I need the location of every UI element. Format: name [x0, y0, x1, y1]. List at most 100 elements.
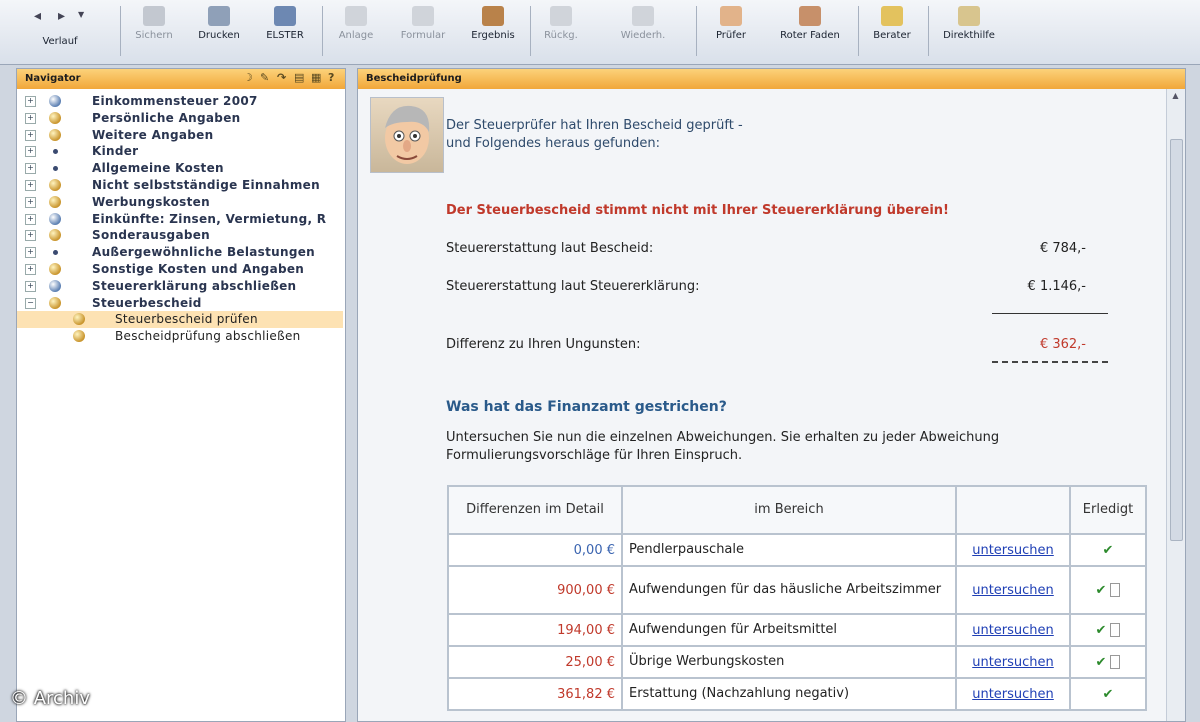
expand-icon[interactable]: + [25, 280, 36, 292]
nav-item[interactable]: + Allgemeine Kosten [17, 160, 343, 177]
checkbox[interactable] [1110, 583, 1121, 597]
refund-return-value: € 1.146,- [1027, 279, 1086, 294]
table-row: 0,00 € Pendlerpauschale untersuchen ✔ [447, 533, 1147, 567]
advisor-label: Berater [873, 30, 911, 41]
grid-icon[interactable]: ▦ [311, 72, 322, 83]
collapse-icon[interactable]: − [25, 297, 36, 309]
nav-item[interactable]: + Sonderausgaben [17, 227, 343, 244]
nav-item[interactable]: + Einkommensteuer 2007 [17, 93, 343, 110]
investigate-link[interactable]: untersuchen [972, 583, 1054, 598]
save-label: Sichern [135, 30, 173, 41]
scroll-thumb[interactable] [1170, 139, 1183, 541]
investigate-link[interactable]: untersuchen [972, 655, 1054, 670]
nav-item-label: Nicht selbstständige Einnahmen [92, 178, 320, 192]
nav-item[interactable]: + Weitere Angaben [17, 127, 343, 144]
guide-button[interactable]: Roter Faden [770, 0, 850, 54]
result-icon [482, 6, 504, 26]
nav-item-label: Kinder [92, 144, 139, 159]
area-label: Pendlerpauschale [621, 533, 957, 567]
back-forward-button[interactable]: ◂ ▸ ▼ Verlauf [30, 0, 90, 54]
elster-icon [274, 6, 296, 26]
expand-icon[interactable]: + [25, 230, 36, 242]
folder-icon[interactable]: ▤ [294, 72, 305, 83]
printer-icon [208, 6, 230, 26]
header-done: Erledigt [1069, 485, 1147, 535]
vertical-scrollbar[interactable]: ▲ [1166, 89, 1185, 721]
print-button[interactable]: Drucken [192, 0, 246, 54]
forward-arrow-icon[interactable]: ▸ [58, 8, 65, 24]
action-cell: untersuchen [955, 565, 1071, 615]
moon-icon[interactable]: ☽ [243, 72, 254, 83]
expand-icon[interactable]: + [25, 196, 36, 208]
direct-help-button[interactable]: Direkthilfe [934, 0, 1004, 54]
nav-item[interactable]: + Werbungskosten [17, 194, 343, 211]
nav-item[interactable]: + Sonstige Kosten und Angaben [17, 261, 343, 278]
nav-item-label: Einkünfte: Zinsen, Vermietung, R [92, 211, 327, 226]
expand-icon[interactable]: + [25, 112, 36, 124]
expand-icon[interactable]: + [25, 180, 36, 191]
expand-icon[interactable]: + [25, 96, 36, 107]
nav-item-label: Außergewöhnliche Belastungen [92, 245, 315, 260]
back-arrow-icon[interactable]: ◂ [34, 8, 41, 24]
expand-icon[interactable]: + [25, 129, 36, 141]
person-icon [49, 296, 61, 309]
check-icon: ✔ [1095, 622, 1107, 638]
elster-button[interactable]: ELSTER [258, 0, 312, 54]
redo-button[interactable]: Wiederh. [608, 0, 678, 54]
globe-icon [49, 279, 61, 292]
expand-icon[interactable]: + [25, 247, 36, 259]
action-cell: untersuchen [955, 613, 1071, 647]
header-action [955, 485, 1071, 535]
expand-icon[interactable]: + [25, 213, 36, 225]
done-cell: ✔ [1069, 645, 1147, 679]
save-button[interactable]: Sichern [128, 0, 180, 54]
attachment-label: Anlage [338, 30, 374, 41]
result-button[interactable]: Ergebnis [464, 0, 522, 54]
intro-line-2: und Folgendes heraus gefunden: [446, 136, 660, 151]
nav-item-label: Steuererklärung abschließen [92, 278, 297, 293]
investigate-link[interactable]: untersuchen [972, 687, 1054, 702]
nav-item[interactable]: + Nicht selbstständige Einnahmen [17, 177, 343, 194]
expand-icon[interactable]: + [25, 163, 36, 175]
nav-item[interactable]: − Steuerbescheid [17, 295, 343, 312]
auditor-button[interactable]: Prüfer [706, 0, 756, 54]
advisor-button[interactable]: Berater [864, 0, 920, 54]
nav-item[interactable]: + Einkünfte: Zinsen, Vermietung, R [17, 211, 343, 228]
section-description: Untersuchen Sie nun die einzelnen Abweic… [446, 430, 1000, 463]
differences-table: Differenzen im Detail im Bereich Erledig… [447, 485, 1147, 711]
nav-item[interactable]: + Steuererklärung abschließen [17, 278, 343, 295]
check-icon: ✔ [1102, 542, 1114, 558]
expand-icon[interactable]: + [25, 264, 36, 275]
warning-message: Der Steuerbescheid stimmt nicht mit Ihre… [446, 203, 949, 218]
investigate-link[interactable]: untersuchen [972, 543, 1054, 558]
nav-item[interactable]: + Persönliche Angaben [17, 110, 343, 127]
nav-subitem-label: Bescheidprüfung abschließen [115, 329, 301, 344]
form-label: Formular [400, 30, 446, 41]
refund-return-label: Steuererstattung laut Steuererklärung: [446, 279, 700, 294]
checkbox[interactable] [1110, 655, 1121, 669]
dot-icon [53, 149, 58, 155]
done-cell: ✔ [1069, 677, 1147, 711]
nav-item[interactable]: + Kinder [17, 143, 343, 160]
attachment-icon [345, 6, 367, 26]
direct-help-label: Direkthilfe [943, 30, 995, 41]
investigate-link[interactable]: untersuchen [972, 623, 1054, 638]
history-dropdown-icon[interactable]: ▼ [78, 10, 84, 19]
arrow-icon[interactable]: ↷ [277, 72, 288, 83]
nav-item[interactable]: + Außergewöhnliche Belastungen [17, 244, 343, 261]
print-label: Drucken [198, 30, 240, 41]
new-icon[interactable]: ✎ [260, 72, 271, 83]
navigator-panel: Navigator ☽ ✎ ↷ ▤ ▦ ? + Einkommensteuer 2… [16, 68, 346, 722]
undo-button[interactable]: Rückg. [536, 0, 586, 54]
scroll-up-icon[interactable]: ▲ [1170, 91, 1181, 102]
attachment-button[interactable]: Anlage [330, 0, 382, 54]
nav-subitem[interactable]: Steuerbescheid prüfen [17, 311, 343, 329]
nav-item-label: Sonstige Kosten und Angaben [92, 262, 305, 276]
section-heading: Was hat das Finanzamt gestrichen? [446, 399, 727, 415]
form-button[interactable]: Formular [394, 0, 452, 54]
checkbox[interactable] [1110, 623, 1121, 637]
expand-icon[interactable]: + [25, 146, 36, 158]
person-icon [49, 179, 61, 191]
help-question-icon[interactable]: ? [328, 72, 339, 83]
nav-subitem[interactable]: Bescheidprüfung abschließen [17, 328, 343, 345]
